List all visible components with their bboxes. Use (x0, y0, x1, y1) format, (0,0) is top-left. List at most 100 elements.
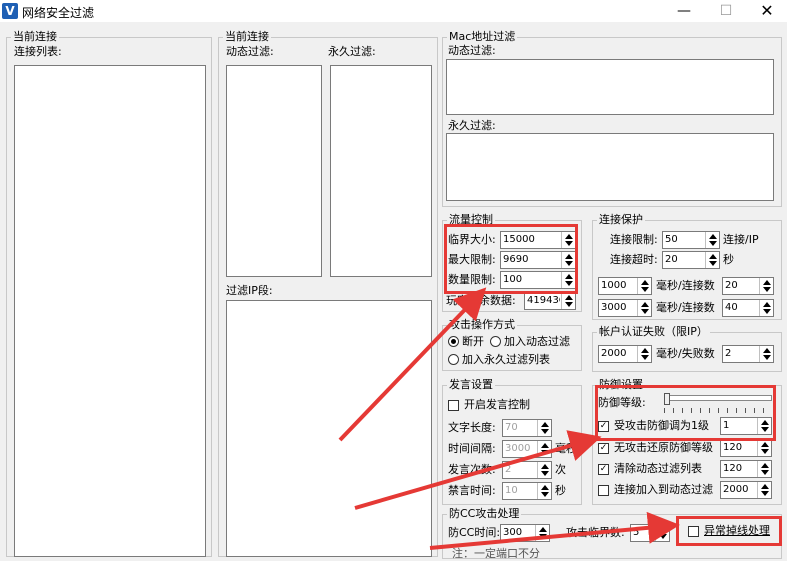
rate1-ms-spinbox[interactable]: 1000 (598, 277, 652, 295)
time-interval-value: 3000 (505, 443, 531, 454)
title-bar: V 网络安全过滤 — ☐ ✕ (0, 0, 787, 22)
auth-ms-spinbox[interactable]: 2000 (598, 345, 652, 363)
adjust-defense-checkbox[interactable]: ✓ (598, 421, 609, 432)
threshold-spinbox[interactable]: 15000 (500, 231, 576, 249)
clear-dynamic-checkbox[interactable]: ✓ (598, 464, 609, 475)
slider-thumb[interactable] (664, 393, 670, 405)
spin-arrows-icon[interactable] (537, 420, 551, 436)
add-dynamic-label: 连接加入到动态过滤 (614, 483, 713, 496)
spin-arrows-icon[interactable] (535, 525, 549, 541)
spin-arrows-icon[interactable] (637, 300, 651, 316)
speech-settings-title: 发言设置 (447, 378, 495, 392)
auth-count-spinbox[interactable]: 2 (722, 345, 774, 363)
spin-arrows-icon[interactable] (705, 252, 719, 268)
conn-limit-spinbox[interactable]: 50 (662, 231, 720, 249)
close-button[interactable]: ✕ (747, 0, 787, 22)
permanent-filter-label: 永久过滤: (328, 45, 376, 58)
spin-arrows-icon[interactable] (655, 525, 669, 541)
adjust-defense-value: 1 (723, 420, 730, 431)
max-limit-value: 9690 (503, 254, 529, 265)
speech-times-spinbox[interactable]: 2 (502, 461, 552, 479)
restore-defense-checkbox[interactable]: ✓ (598, 443, 609, 454)
spin-arrows-icon[interactable] (561, 252, 575, 268)
conn-timeout-value: 20 (665, 254, 678, 265)
rate1-label: 毫秒/连接数 (656, 279, 715, 292)
ban-time-spinbox[interactable]: 10 (502, 482, 552, 500)
radio-add-permanent-label: 加入永久过滤列表 (462, 353, 550, 366)
text-length-label: 文字长度: (448, 421, 496, 434)
player-remaining-spinbox[interactable]: 41943C (524, 292, 576, 310)
spin-arrows-icon[interactable] (537, 441, 551, 457)
cc-limit-value: 5 (633, 527, 640, 538)
restore-defense-spinbox[interactable]: 120 (720, 439, 772, 457)
mac-dynamic-label: 动态过滤: (448, 44, 496, 57)
conn-timeout-label: 连接超时: (610, 253, 658, 266)
add-dynamic-checkbox[interactable] (598, 485, 609, 496)
count-limit-spinbox[interactable]: 100 (500, 271, 576, 289)
auth-failure-title: 帐户认证失败（限IP） (597, 325, 710, 339)
player-remaining-value: 41943C (527, 295, 560, 306)
clear-dynamic-spinbox[interactable]: 120 (720, 460, 772, 478)
app-icon: V (2, 3, 18, 19)
text-length-value: 70 (505, 422, 518, 433)
spin-arrows-icon[interactable] (561, 272, 575, 288)
minimize-button[interactable]: — (664, 0, 704, 22)
conn-limit-label: 连接限制: (610, 233, 658, 246)
radio-add-permanent[interactable] (448, 354, 459, 365)
radio-disconnect[interactable] (448, 336, 459, 347)
cc-time-value: 300 (503, 527, 523, 538)
traffic-control-title: 流量控制 (447, 213, 495, 227)
maximize-button[interactable]: ☐ (706, 0, 746, 22)
dynamic-filter-list[interactable] (226, 65, 322, 277)
defense-level-label: 防御等级: (598, 396, 646, 409)
speech-times-label: 发言次数: (448, 463, 496, 476)
cc-limit-label: 攻击临界数: (566, 526, 625, 539)
spin-arrows-icon[interactable] (757, 482, 771, 498)
defense-level-slider[interactable] (664, 393, 772, 415)
max-limit-spinbox[interactable]: 9690 (500, 251, 576, 269)
window-title: 网络安全过滤 (22, 6, 95, 20)
clear-dynamic-label: 清除动态过滤列表 (614, 462, 702, 475)
mac-permanent-list[interactable] (446, 133, 774, 201)
spin-arrows-icon[interactable] (561, 293, 575, 309)
spin-arrows-icon[interactable] (637, 346, 651, 362)
radio-add-dynamic[interactable] (490, 336, 501, 347)
rate1-count-value: 20 (725, 280, 738, 291)
connection-list-label: 连接列表: (14, 45, 62, 58)
filter-ip-range-list[interactable] (226, 300, 432, 557)
spin-arrows-icon[interactable] (757, 418, 771, 434)
time-interval-spinbox[interactable]: 3000 (502, 440, 552, 458)
rate2-ms-spinbox[interactable]: 3000 (598, 299, 652, 317)
add-dynamic-spinbox[interactable]: 2000 (720, 481, 772, 499)
spin-arrows-icon[interactable] (637, 278, 651, 294)
enable-speech-label: 开启发言控制 (464, 398, 530, 411)
rate2-count-spinbox[interactable]: 40 (722, 299, 774, 317)
adjust-defense-spinbox[interactable]: 1 (720, 417, 772, 435)
text-length-spinbox[interactable]: 70 (502, 419, 552, 437)
spin-arrows-icon[interactable] (757, 440, 771, 456)
spin-arrows-icon[interactable] (757, 461, 771, 477)
cc-time-spinbox[interactable]: 300 (500, 524, 550, 542)
abnormal-disconnect-checkbox[interactable] (688, 526, 699, 537)
defense-settings-title: 防御设置 (597, 378, 645, 392)
spin-arrows-icon[interactable] (759, 278, 773, 294)
spin-arrows-icon[interactable] (561, 232, 575, 248)
rate1-count-spinbox[interactable]: 20 (722, 277, 774, 295)
cc-limit-spinbox[interactable]: 5 (630, 524, 670, 542)
speech-times-unit: 次 (555, 463, 566, 476)
ban-time-unit: 秒 (555, 484, 566, 497)
mac-permanent-label: 永久过滤: (448, 119, 496, 132)
conn-timeout-spinbox[interactable]: 20 (662, 251, 720, 269)
spin-arrows-icon[interactable] (537, 462, 551, 478)
conn-timeout-unit: 秒 (723, 253, 734, 266)
spin-arrows-icon[interactable] (759, 300, 773, 316)
permanent-filter-list[interactable] (330, 65, 432, 277)
spin-arrows-icon[interactable] (759, 346, 773, 362)
connection-list[interactable] (14, 65, 206, 557)
auth-unit-label: 毫秒/失败数 (656, 347, 715, 360)
mac-dynamic-list[interactable] (446, 59, 774, 115)
spin-arrows-icon[interactable] (705, 232, 719, 248)
enable-speech-checkbox[interactable] (448, 400, 459, 411)
dynamic-filter-label: 动态过滤: (226, 45, 274, 58)
spin-arrows-icon[interactable] (537, 483, 551, 499)
